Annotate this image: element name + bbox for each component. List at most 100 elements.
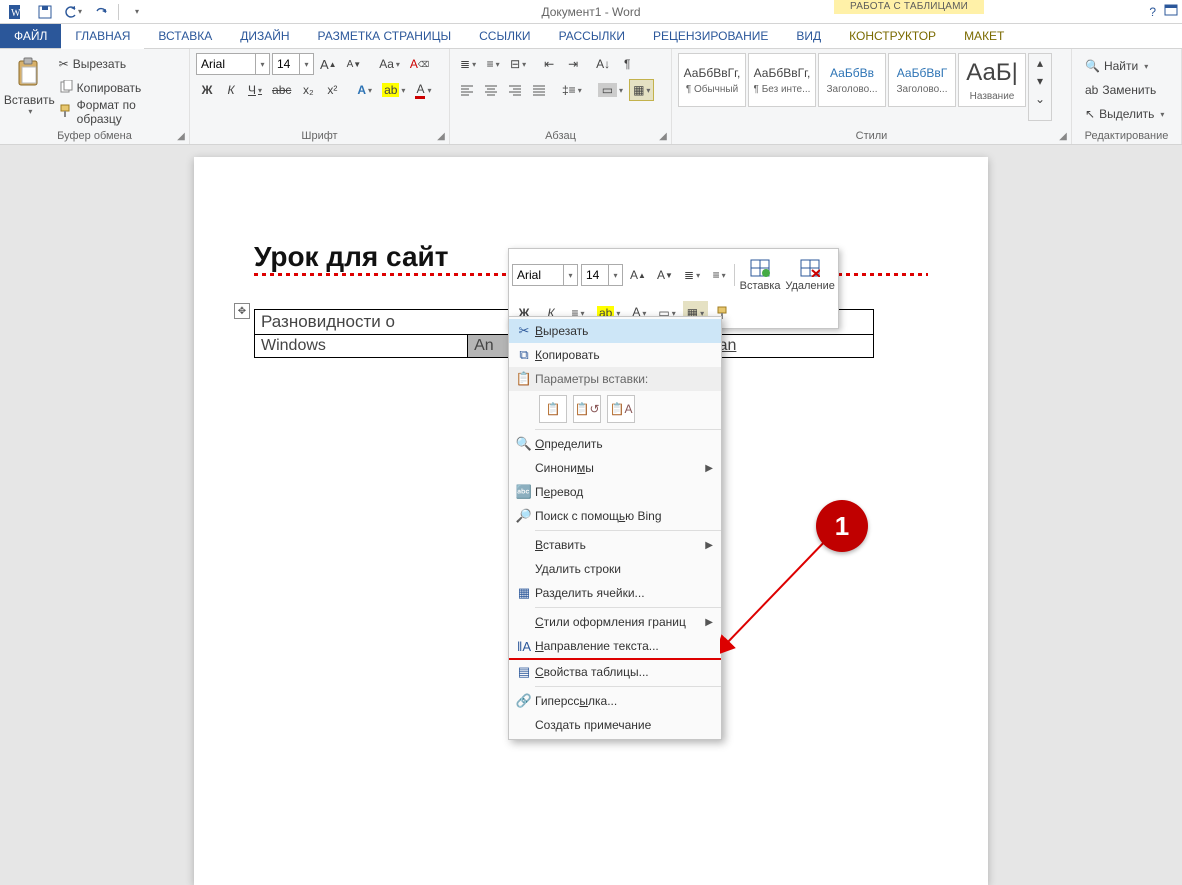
tab-file[interactable]: ФАЙЛ [0, 24, 61, 48]
show-marks-button[interactable]: ¶ [616, 53, 638, 75]
tab-design[interactable]: ДИЗАЙН [226, 24, 303, 48]
ctx-table-properties[interactable]: ▤Свойства таблицы... [509, 660, 721, 684]
borders-button[interactable]: ▦▾ [629, 79, 654, 101]
mini-bullets[interactable]: ≣▾ [680, 263, 704, 287]
indent-decrease-button[interactable]: ⇤ [538, 53, 560, 75]
styles-scroll-up[interactable]: ▴ [1029, 54, 1051, 72]
subscript-button[interactable]: x₂ [297, 79, 319, 101]
ctx-synonyms[interactable]: Синонимы▶ [509, 456, 721, 480]
underline-button[interactable]: Ч▾ [244, 79, 266, 101]
styles-more[interactable]: ⌄ [1029, 90, 1051, 108]
tab-table-design[interactable]: КОНСТРУКТОР [835, 24, 950, 48]
style-heading2[interactable]: АаБбВвГЗаголово... [888, 53, 956, 107]
table-move-handle[interactable]: ✥ [234, 303, 250, 319]
align-right-button[interactable] [504, 79, 526, 101]
chevron-down-icon[interactable]: ▾ [255, 54, 269, 74]
bullets-button[interactable]: ≣▾ [456, 53, 480, 75]
mini-delete-button[interactable]: Удаление [785, 252, 835, 298]
tab-view[interactable]: ВИД [782, 24, 835, 48]
select-button[interactable]: ↖Выделить▾ [1080, 103, 1173, 125]
help-button[interactable]: ? [1149, 5, 1156, 19]
tab-page-layout[interactable]: РАЗМЕТКА СТРАНИЦЫ [304, 24, 466, 48]
font-size-input[interactable] [273, 57, 299, 71]
text-effects-button[interactable]: A▾ [353, 79, 376, 101]
ctx-paste-header: 📋Параметры вставки: [509, 367, 721, 391]
font-size-combo[interactable]: ▾ [272, 53, 314, 75]
find-button[interactable]: 🔍Найти▾ [1080, 55, 1173, 77]
styles-scroll-down[interactable]: ▾ [1029, 72, 1051, 90]
paste-button[interactable]: Вставить ▾ [6, 53, 53, 119]
mini-shrink-font[interactable]: A▼ [653, 263, 677, 287]
font-dialog-launcher[interactable]: ◢ [435, 130, 447, 142]
strike-button[interactable]: abc [268, 79, 295, 101]
mini-font-combo[interactable]: ▾ [512, 264, 578, 286]
ribbon-display-button[interactable] [1164, 4, 1178, 19]
paste-merge-formatting[interactable]: 📋↺ [573, 395, 601, 423]
style-title[interactable]: АаБ|Название [958, 53, 1026, 107]
clipboard-dialog-launcher[interactable]: ◢ [175, 130, 187, 142]
styles-dialog-launcher[interactable]: ◢ [1057, 130, 1069, 142]
tab-references[interactable]: ССЫЛКИ [465, 24, 544, 48]
paste-text-only[interactable]: 📋A [607, 395, 635, 423]
shrink-font-button[interactable]: A▼ [343, 53, 366, 75]
style-normal[interactable]: АаБбВвГг,¶ Обычный [678, 53, 746, 107]
link-icon: 🔗 [513, 693, 535, 709]
justify-button[interactable] [528, 79, 550, 101]
clear-format-button[interactable]: A⌫ [406, 53, 433, 75]
tab-mailings[interactable]: РАССЫЛКИ [545, 24, 639, 48]
undo-button[interactable]: ▾ [60, 1, 86, 23]
mini-size-combo[interactable]: ▾ [581, 264, 623, 286]
numbering-button[interactable]: ≡▾ [482, 53, 504, 75]
align-center-button[interactable] [480, 79, 502, 101]
italic-button[interactable]: К [220, 79, 242, 101]
ctx-insert[interactable]: Вставить▶ [509, 533, 721, 557]
multilevel-icon: ⊟ [510, 57, 520, 71]
ctx-split-cells[interactable]: ▦Разделить ячейки... [509, 581, 721, 605]
mini-grow-font[interactable]: A▲ [626, 263, 650, 287]
multilevel-button[interactable]: ⊟▾ [506, 53, 530, 75]
ctx-copy[interactable]: ⧉Копировать [509, 343, 721, 367]
ctx-bing[interactable]: 🔎Поиск с помощью Bing [509, 504, 721, 528]
ctx-define[interactable]: 🔍Определить [509, 432, 721, 456]
format-painter-button[interactable]: Формат по образцу [55, 101, 183, 123]
shading-button[interactable]: ▭▾ [594, 79, 627, 101]
tab-table-layout[interactable]: МАКЕТ [950, 24, 1018, 48]
font-name-combo[interactable]: ▾ [196, 53, 270, 75]
paste-keep-formatting[interactable]: 📋 [539, 395, 567, 423]
tab-review[interactable]: РЕЦЕНЗИРОВАНИЕ [639, 24, 782, 48]
highlight-button[interactable]: ab▾ [378, 79, 409, 101]
font-name-input[interactable] [197, 57, 255, 71]
line-spacing-button[interactable]: ‡≡▾ [558, 79, 586, 101]
mini-numbering[interactable]: ≡▾ [707, 263, 731, 287]
tab-insert[interactable]: ВСТАВКА [144, 24, 226, 48]
ctx-delete-rows[interactable]: Удалить строки [509, 557, 721, 581]
copy-button[interactable]: Копировать [55, 77, 183, 99]
indent-increase-button[interactable]: ⇥ [562, 53, 584, 75]
align-left-button[interactable] [456, 79, 478, 101]
ctx-border-styles[interactable]: Стили оформления границ▶ [509, 610, 721, 634]
ctx-translate[interactable]: 🔤Перевод [509, 480, 721, 504]
change-case-button[interactable]: Aa▾ [375, 53, 404, 75]
save-button[interactable] [32, 1, 58, 23]
mini-insert-button[interactable]: Вставка [738, 252, 782, 298]
ctx-hyperlink[interactable]: 🔗Гиперссылка... [509, 689, 721, 713]
ctx-comment[interactable]: Создать примечание [509, 713, 721, 737]
cut-button[interactable]: ✂ Вырезать [55, 53, 183, 75]
style-no-spacing[interactable]: АаБбВвГг,¶ Без инте... [748, 53, 816, 107]
replace-button[interactable]: abЗаменить [1080, 79, 1173, 101]
font-color-button[interactable]: A▾ [411, 79, 435, 101]
bold-button[interactable]: Ж [196, 79, 218, 101]
superscript-button[interactable]: x² [321, 79, 343, 101]
ctx-cut[interactable]: ✂ВВырезатьырезать [509, 319, 721, 343]
tab-home[interactable]: ГЛАВНАЯ [61, 24, 144, 48]
chevron-down-icon[interactable]: ▾ [299, 54, 313, 74]
redo-button[interactable] [88, 1, 114, 23]
sort-button[interactable]: A↓ [592, 53, 614, 75]
direction-icon: ‖A [513, 639, 535, 654]
paragraph-dialog-launcher[interactable]: ◢ [657, 130, 669, 142]
grow-font-button[interactable]: A▲ [316, 53, 341, 75]
table-cell[interactable]: Windows [255, 335, 468, 358]
style-heading1[interactable]: АаБбВвЗаголово... [818, 53, 886, 107]
qat-customize-button[interactable]: ▾ [123, 1, 149, 23]
ctx-text-direction[interactable]: ‖AНаправление текста... [509, 634, 721, 658]
